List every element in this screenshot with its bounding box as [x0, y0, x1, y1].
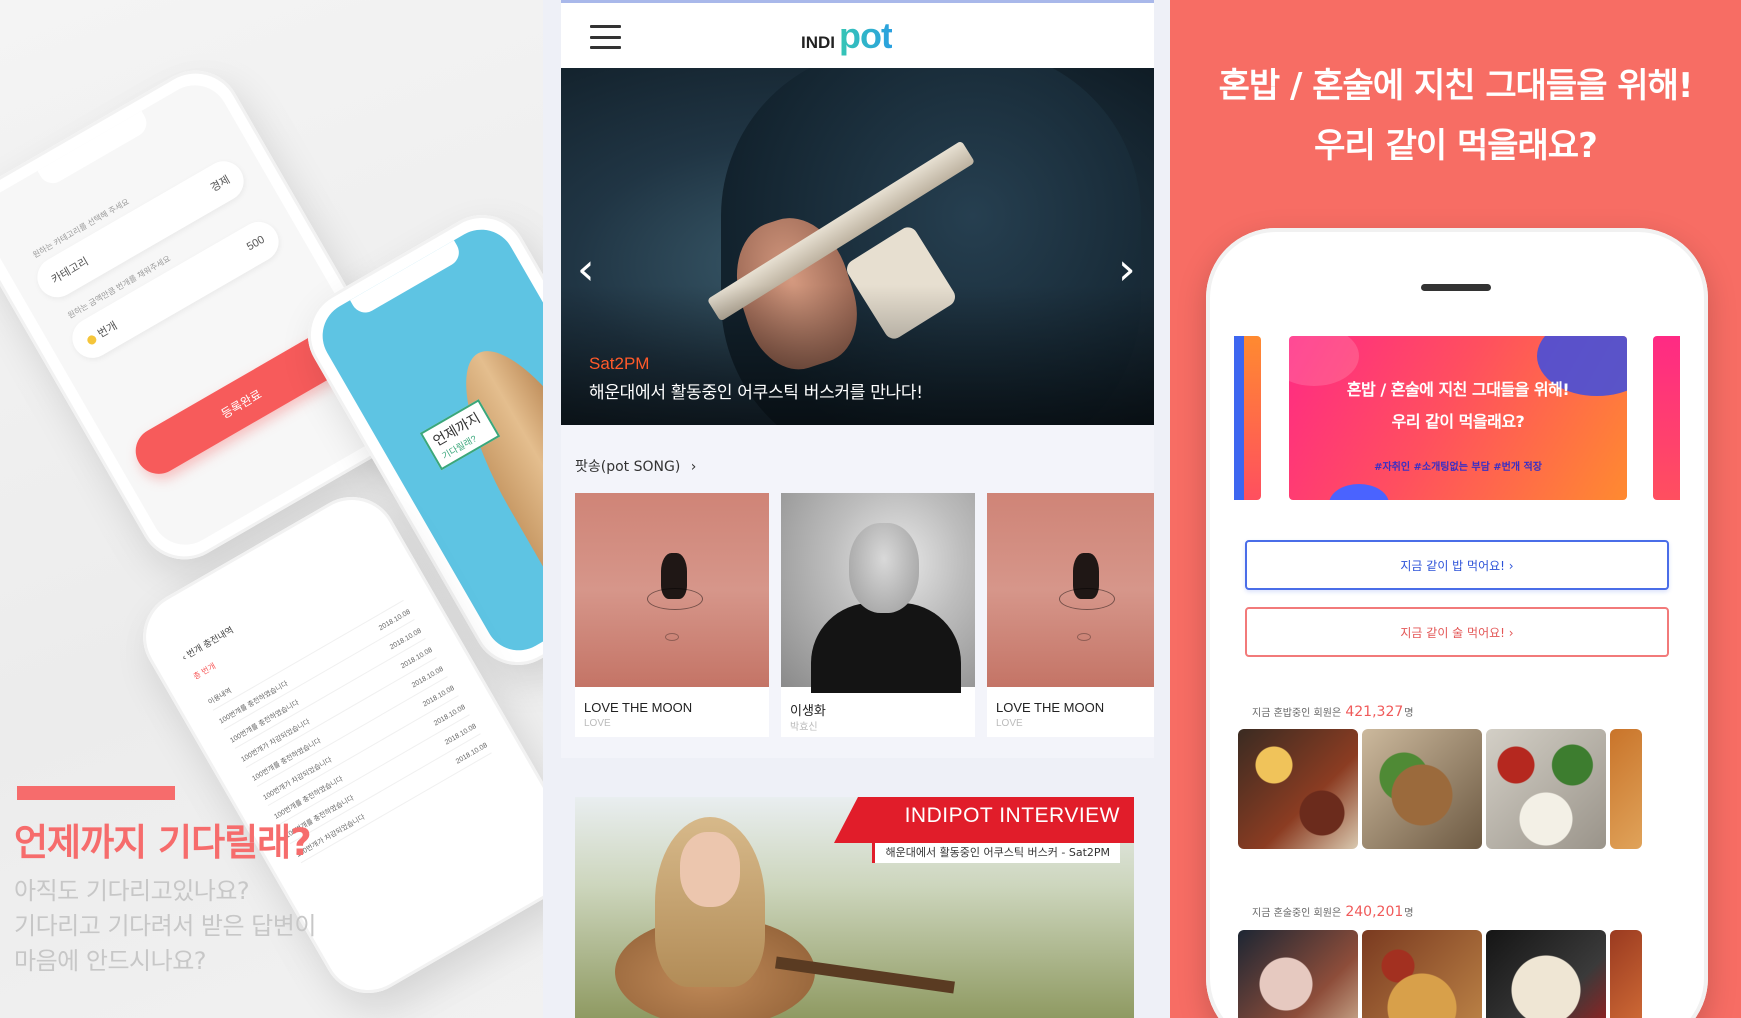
right-headline-2: 우리 같이 먹을래요?	[1314, 126, 1598, 166]
song-artist: LOVE	[584, 718, 611, 729]
hero-carousel[interactable]: ‹ › Sat2PM 해운대에서 활동중인 어쿠스틱 버스커를 만나다!	[561, 68, 1154, 425]
song-artist: LOVE	[996, 718, 1023, 729]
drink-together-button[interactable]: 지금 같이 술 먹어요! ›	[1245, 607, 1669, 657]
price-value: 500	[244, 233, 267, 254]
pot-song-title: 팟송(pot SONG)	[575, 459, 681, 475]
left-headline: 언제까지 기다릴래?	[14, 821, 312, 864]
interview-title: INDIPOT INTERVIEW	[904, 804, 1120, 827]
drink-photo-row	[1238, 930, 1680, 1018]
food-photo[interactable]	[1362, 930, 1482, 1018]
song-title: LOVE THE MOON	[584, 700, 693, 715]
price-label: 번개	[95, 319, 120, 341]
album-art	[987, 493, 1154, 687]
food-photo[interactable]	[1610, 930, 1642, 1018]
phone-screen: 혼밥 / 혼술에 지친 그대들을 위해! 우리 같이 먹을래요? #자취인 #소…	[1234, 324, 1680, 1018]
carousel-prev-icon[interactable]: ‹	[577, 248, 595, 292]
stat-prefix: 지금 혼술중인 회원은	[1252, 908, 1342, 919]
banner-peek-right	[1653, 336, 1680, 500]
indipot-app-screen: INDI pot ‹ › Sat2PM 해운대에서 활동중인 어쿠스틱 버스커를…	[561, 0, 1154, 1018]
food-photo[interactable]	[1238, 930, 1358, 1018]
history-row-text: 이용내역	[206, 687, 233, 707]
moon-mark	[665, 633, 679, 641]
hero-caption: 해운대에서 활동중인 어쿠스틱 버스커를 만나다!	[589, 383, 923, 403]
moon-halo	[1059, 588, 1115, 610]
song-title: 이생화	[790, 703, 826, 718]
history-total: 총 번개	[191, 661, 218, 682]
song-title: LOVE THE MOON	[996, 700, 1105, 715]
promo-panel-right: 혼밥 / 혼술에 지친 그대들을 위해! 우리 같이 먹을래요? 혼밥 / 혼술…	[1170, 0, 1741, 1018]
drink-member-count: 지금 혼술중인 회원은 240,201명	[1252, 904, 1413, 920]
portrait-face	[849, 523, 919, 613]
promo-panel-left: 원하는 카테고리를 선택해 주세요 카테고리 경제 원하는 금액만큼 번개를 채…	[0, 0, 543, 1018]
stat-prefix: 지금 혼밥중인 회원은	[1252, 708, 1342, 719]
meal-photo-row	[1238, 729, 1680, 851]
stat-value: 240,201	[1345, 904, 1404, 920]
food-photo[interactable]	[1238, 729, 1358, 849]
logo-main: pot	[839, 15, 893, 56]
left-subtext: 아직도 기다리고있나요? 기다리고 기다려서 받은 답변이 마음에 안드시나요?	[14, 874, 316, 979]
stat-suffix: 명	[1404, 708, 1414, 719]
carousel-next-icon[interactable]: ›	[1118, 248, 1136, 292]
banner-tags: #자취인 #소개팅없는 부담 #번개 적장	[1374, 462, 1542, 473]
app-header: INDI pot	[561, 0, 1154, 68]
banner-peek-left	[1234, 336, 1261, 500]
meal-member-count: 지금 혼밥중인 회원은 421,327명	[1252, 704, 1413, 720]
album-art	[781, 493, 975, 693]
stat-value: 421,327	[1345, 704, 1404, 720]
logo-prefix: INDI	[801, 33, 835, 52]
history-title: 번개 충전내역	[185, 624, 236, 660]
moon-mark	[1077, 633, 1091, 641]
food-photo[interactable]	[1362, 729, 1482, 849]
hero-artist: Sat2PM	[589, 354, 650, 373]
left-subtext-line: 기다리고 기다려서 받은 답변이	[14, 912, 316, 940]
left-subtext-line: 마음에 안드시나요?	[14, 947, 207, 975]
phone-mockup-meal: 혼밥 / 혼술에 지친 그대들을 위해! 우리 같이 먹을래요? #자취인 #소…	[1206, 228, 1708, 1018]
song-card[interactable]: 이생화박효신	[781, 493, 975, 737]
portrait-body	[811, 603, 961, 693]
app-panel-center: INDI pot ‹ › Sat2PM 해운대에서 활동중인 어쿠스틱 버스커를…	[543, 0, 1170, 1018]
right-headline-1: 혼밥 / 혼술에 지친 그대들을 위해!	[1218, 66, 1694, 106]
history-header: ‹ 번개 충전내역	[180, 624, 236, 663]
stat-suffix: 명	[1404, 908, 1414, 919]
coin-icon	[85, 333, 98, 346]
food-photo[interactable]	[1486, 729, 1606, 849]
album-art	[575, 493, 769, 687]
phone-speaker	[1421, 284, 1491, 291]
song-card[interactable]: LOVE THE MOON LOVE	[987, 493, 1154, 737]
song-artist: 박효신	[790, 722, 818, 733]
interview-subtitle: 해운대에서 활동중인 어쿠스틱 버스커 - Sat2PM	[872, 843, 1120, 863]
left-subtext-line: 아직도 기다리고있나요?	[14, 877, 250, 905]
hamburger-menu-icon[interactable]	[590, 25, 621, 49]
interview-banner[interactable]: INDIPOT INTERVIEW 해운대에서 활동중인 어쿠스틱 버스커 - …	[575, 797, 1134, 1018]
category-value: 경제	[208, 173, 233, 195]
eat-together-button[interactable]: 지금 같이 밥 먹어요! ›	[1245, 540, 1669, 590]
category-label: 카테고리	[49, 255, 91, 287]
interview-face	[680, 832, 740, 907]
indipot-logo[interactable]: INDI pot	[801, 15, 893, 57]
chevron-right-icon: ›	[690, 459, 697, 475]
hero-shade	[561, 285, 1154, 425]
food-photo[interactable]	[1486, 930, 1606, 1018]
food-photo[interactable]	[1610, 729, 1642, 849]
banner-line-1: 혼밥 / 혼술에 지친 그대들을 위해!	[1346, 380, 1570, 399]
rocket-illustration	[434, 328, 543, 639]
moon-halo	[647, 588, 703, 610]
banner-line-2: 우리 같이 먹을래요?	[1391, 412, 1525, 431]
meal-banner[interactable]: 혼밥 / 혼술에 지친 그대들을 위해! 우리 같이 먹을래요? #자취인 #소…	[1289, 336, 1627, 500]
pot-song-section-link[interactable]: 팟송(pot SONG) ›	[575, 456, 696, 476]
song-card-list: LOVE THE MOON LOVE 이생화박효신 LOVE THE MOON LOVE	[575, 493, 1154, 737]
accent-bar	[17, 786, 175, 800]
song-card[interactable]: LOVE THE MOON LOVE	[575, 493, 769, 737]
app-store-screenshot-collage: 원하는 카테고리를 선택해 주세요 카테고리 경제 원하는 금액만큼 번개를 채…	[0, 0, 1741, 1018]
banner-blob	[1329, 484, 1389, 500]
